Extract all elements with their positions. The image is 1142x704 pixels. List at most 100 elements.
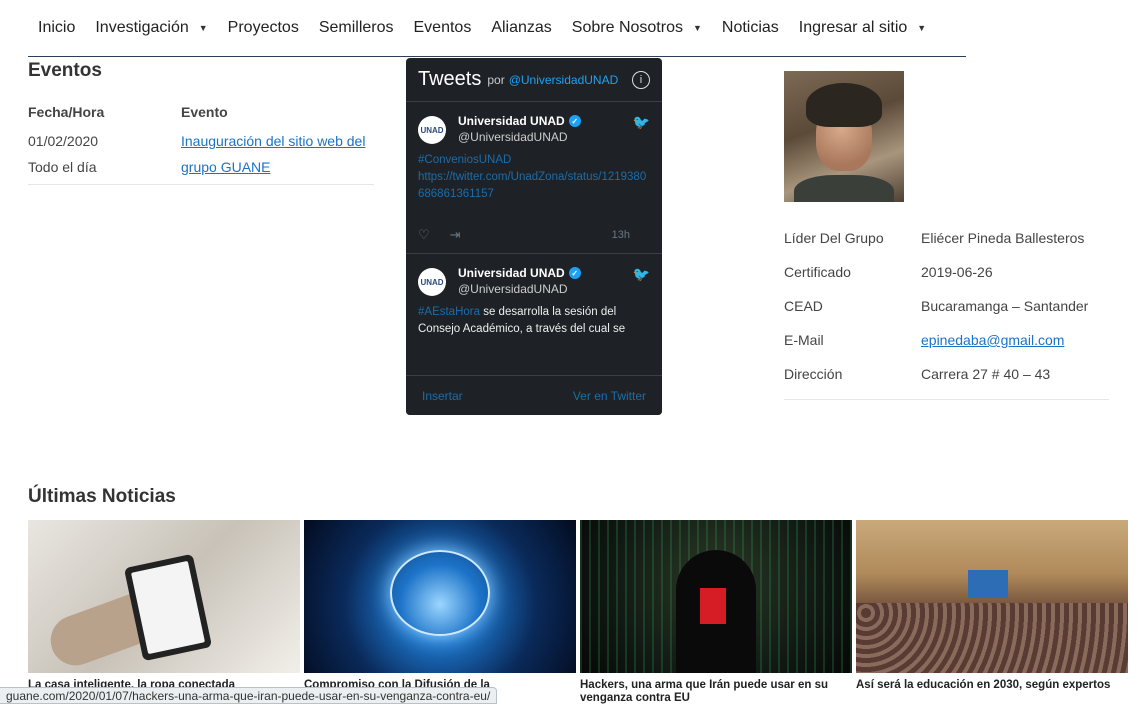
twitter-widget-title: Tweets <box>418 68 482 90</box>
info-value: 2019-06-26 <box>921 264 993 280</box>
news-card[interactable]: La casa inteligente, la ropa conectada <box>28 520 300 704</box>
news-caption[interactable]: Así será la educación en 2030, según exp… <box>856 679 1128 692</box>
news-caption[interactable]: Hackers, una arma que Irán puede usar en… <box>580 679 852 704</box>
browser-status-url: guane.com/2020/01/07/hackers-una-arma-qu… <box>0 687 498 704</box>
nav-label: Sobre Nosotros <box>571 19 683 36</box>
twitter-account-link[interactable]: @UniversidadUNAD <box>509 73 619 87</box>
twitter-widget-header: Tweets por @UniversidadUNAD i <box>406 58 662 102</box>
event-link[interactable]: grupo GUANE <box>181 159 270 175</box>
tweet[interactable]: 🐦 UNAD Universidad UNAD ✓ @UniversidadUNA… <box>406 102 662 254</box>
nav-item-inicio[interactable]: Inicio <box>38 19 75 37</box>
info-value: Eliécer Pineda Ballesteros <box>921 230 1085 246</box>
table-row: 01/02/2020 Inauguración del sitio web de… <box>28 128 374 154</box>
table-row: CEAD Bucaramanga – Santander <box>784 289 1109 323</box>
news-card[interactable]: Compromiso con la Difusión de la <box>304 520 576 704</box>
info-label: Líder Del Grupo <box>784 230 884 246</box>
tweet-url-link[interactable]: https://twitter.com/UnadZona/status/1219… <box>418 171 646 200</box>
author-name: Universidad UNAD <box>458 266 565 280</box>
email-link[interactable]: epinedaba@gmail.com <box>921 332 1064 348</box>
avatar[interactable]: UNAD <box>418 116 446 144</box>
nav-item-eventos[interactable]: Eventos <box>414 19 472 37</box>
caret-down-icon: ▼ <box>198 23 208 33</box>
table-row: Dirección Carrera 27 # 40 – 43 <box>784 357 1109 391</box>
tweet[interactable]: 🐦 UNAD Universidad UNAD ✓ @UniversidadUNA… <box>406 254 662 338</box>
table-row: Líder Del Grupo Eliécer Pineda Ballester… <box>784 221 1109 255</box>
column-header-date: Fecha/Hora <box>28 104 105 120</box>
tweet-author-name[interactable]: Universidad UNAD ✓ <box>458 114 581 128</box>
twitter-widget-footer: Insertar Ver en Twitter <box>406 375 662 415</box>
column-header-event: Evento <box>181 104 228 120</box>
divider <box>28 184 374 185</box>
info-label: E-Mail <box>784 332 824 348</box>
info-icon[interactable]: i <box>632 70 650 89</box>
photo-hair <box>806 83 882 127</box>
events-heading: Eventos <box>28 60 102 81</box>
info-value: Carrera 27 # 40 – 43 <box>921 366 1051 382</box>
group-info-table: Líder Del Grupo Eliécer Pineda Ballester… <box>784 221 1109 391</box>
nav-item-noticias[interactable]: Noticias <box>722 19 779 37</box>
news-card[interactable]: Así será la educación en 2030, según exp… <box>856 520 1128 704</box>
image-crowd <box>856 603 1128 673</box>
nav-item-ingresar[interactable]: Ingresar al sitio ▼ <box>799 19 926 37</box>
news-heading: Últimas Noticias <box>28 486 176 507</box>
tweet-author-handle[interactable]: @UniversidadUNAD <box>458 282 581 296</box>
nav-item-proyectos[interactable]: Proyectos <box>228 19 299 37</box>
event-time: Todo el día <box>28 159 97 175</box>
image-tablet-screen <box>131 560 205 655</box>
twitter-bird-icon[interactable]: 🐦 <box>633 114 650 131</box>
tweet-author-name[interactable]: Universidad UNAD ✓ <box>458 266 581 280</box>
news-image[interactable] <box>28 520 300 673</box>
nav-item-alianzas[interactable]: Alianzas <box>491 19 551 37</box>
photo-shirt <box>794 175 894 202</box>
nav-label: Inicio <box>38 19 76 36</box>
embed-link[interactable]: Insertar <box>422 389 463 403</box>
main-nav: Inicio Investigación ▼ Proyectos Semiller… <box>28 0 966 57</box>
share-icon[interactable]: ⇥ <box>450 227 461 243</box>
tweet-text: #ConveniosUNAD https://twitter.com/UnadZ… <box>418 152 650 203</box>
tweet-actions: ♡ ⇥ 13h <box>418 217 650 253</box>
info-label: CEAD <box>784 298 823 314</box>
nav-item-sobre-nosotros[interactable]: Sobre Nosotros ▼ <box>572 19 702 37</box>
caret-down-icon: ▼ <box>917 23 927 33</box>
twitter-timeline-widget: Tweets por @UniversidadUNAD i 🐦 UNAD Uni… <box>406 58 662 415</box>
avatar[interactable]: UNAD <box>418 268 446 296</box>
tweet-text: #AEstaHora se desarrolla la sesión del C… <box>418 304 650 338</box>
news-image[interactable] <box>580 520 852 673</box>
table-row: Todo el día grupo GUANE <box>28 154 374 180</box>
nav-item-investigacion[interactable]: Investigación ▼ <box>95 19 207 37</box>
info-label: Certificado <box>784 264 851 280</box>
nav-item-semilleros[interactable]: Semilleros <box>319 19 394 37</box>
nav-label: Proyectos <box>227 19 299 36</box>
event-date: 01/02/2020 <box>28 133 99 149</box>
image-red-light <box>700 588 726 624</box>
info-value: Bucaramanga – Santander <box>921 298 1089 314</box>
tweet-author-handle[interactable]: @UniversidadUNAD <box>458 130 581 144</box>
divider <box>784 399 1109 400</box>
twitter-by-label: por <box>487 72 505 87</box>
image-brain <box>390 550 490 636</box>
nav-label: Eventos <box>413 19 472 36</box>
twitter-bird-icon[interactable]: 🐦 <box>633 266 650 283</box>
event-link[interactable]: Inauguración del sitio web del <box>181 133 365 149</box>
news-card[interactable]: Hackers, una arma que Irán puede usar en… <box>580 520 852 704</box>
tweet-timestamp[interactable]: 13h <box>612 229 630 241</box>
table-row: E-Mail epinedaba@gmail.com <box>784 323 1109 357</box>
table-row: Certificado 2019-06-26 <box>784 255 1109 289</box>
nav-label: Semilleros <box>318 19 394 36</box>
like-heart-icon[interactable]: ♡ <box>418 227 430 243</box>
news-image[interactable] <box>856 520 1128 673</box>
nav-label: Ingresar al sitio <box>798 19 908 36</box>
view-on-twitter-link[interactable]: Ver en Twitter <box>573 389 646 403</box>
hashtag-link[interactable]: #AEstaHora <box>418 306 480 318</box>
nav-label: Alianzas <box>491 19 552 36</box>
events-table-header: Fecha/Hora Evento <box>28 96 374 128</box>
image-screen <box>968 570 1008 598</box>
verified-badge-icon: ✓ <box>568 115 581 127</box>
events-table: Fecha/Hora Evento 01/02/2020 Inauguració… <box>28 96 374 185</box>
info-label: Dirección <box>784 366 843 382</box>
news-list: La casa inteligente, la ropa conectada C… <box>28 520 1128 704</box>
news-image[interactable] <box>304 520 576 673</box>
leader-photo <box>784 71 904 202</box>
nav-label: Investigación <box>95 19 189 36</box>
hashtag-link[interactable]: #ConveniosUNAD <box>418 154 511 166</box>
